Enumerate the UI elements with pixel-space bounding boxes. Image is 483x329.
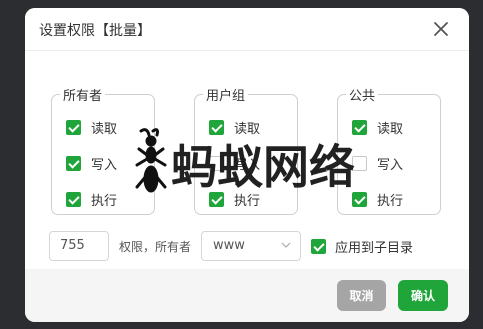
apply-subdir-checkbox[interactable] (311, 238, 326, 254)
permission-owner-label: 权限，所有者 (119, 240, 192, 254)
owner-select-value: www (213, 238, 245, 253)
public-read-option[interactable]: 读取 (352, 117, 403, 137)
permission-input[interactable]: 755 (49, 231, 109, 261)
usergroup-read-option[interactable]: 读取 (209, 117, 260, 137)
apply-subdir-option[interactable]: 应用到子目录 (311, 236, 413, 256)
usergroup-write-checkbox[interactable] (209, 155, 224, 171)
owner-exec-option[interactable]: 执行 (66, 189, 117, 209)
public-read-checkbox[interactable] (352, 119, 367, 135)
public-exec-option[interactable]: 执行 (352, 189, 403, 209)
owner-select[interactable]: www (201, 231, 301, 261)
owner-write-label: 写入 (91, 157, 118, 173)
confirm-button[interactable]: 确认 (398, 280, 448, 311)
owner-write-option[interactable]: 写入 (66, 153, 117, 173)
group-owner: 所有者 读取 写入 执行 (51, 85, 155, 215)
usergroup-exec-label: 执行 (234, 193, 261, 209)
close-icon[interactable] (431, 19, 451, 39)
owner-exec-label: 执行 (91, 193, 118, 209)
usergroup-write-option[interactable]: 写入 (209, 153, 260, 173)
usergroup-exec-option[interactable]: 执行 (209, 189, 260, 209)
public-write-label: 写入 (377, 157, 404, 173)
owner-read-label: 读取 (91, 121, 118, 137)
group-public-label: 公共 (349, 89, 376, 104)
usergroup-read-checkbox[interactable] (209, 119, 224, 135)
owner-read-option[interactable]: 读取 (66, 117, 117, 137)
usergroup-write-label: 写入 (234, 157, 261, 173)
group-owner-label: 所有者 (63, 89, 103, 104)
public-write-option[interactable]: 写入 (352, 153, 403, 173)
public-write-checkbox[interactable] (352, 155, 367, 171)
group-usergroup: 用户组 读取 写入 执行 (194, 85, 298, 215)
owner-read-checkbox[interactable] (66, 119, 81, 135)
dialog-title: 设置权限【批量】 (39, 23, 151, 39)
dialog-header: 设置权限【批量】 (25, 8, 469, 51)
chevron-down-icon (281, 242, 291, 248)
group-public: 公共 读取 写入 执行 (337, 85, 441, 215)
group-usergroup-label: 用户组 (206, 89, 246, 104)
permission-dialog: 设置权限【批量】 所有者 读取 写入 执行 用户组 读取 写入 执行 公共 读取… (25, 8, 469, 322)
apply-subdir-label: 应用到子目录 (335, 240, 414, 256)
dialog-footer: 取消 确认 (25, 269, 469, 322)
owner-write-checkbox[interactable] (66, 155, 81, 171)
public-read-label: 读取 (377, 121, 404, 137)
public-exec-checkbox[interactable] (352, 191, 367, 207)
owner-exec-checkbox[interactable] (66, 191, 81, 207)
cancel-button[interactable]: 取消 (337, 280, 386, 311)
public-exec-label: 执行 (377, 193, 404, 209)
dialog-body: 所有者 读取 写入 执行 用户组 读取 写入 执行 公共 读取 写入 执行 75… (25, 51, 469, 269)
usergroup-exec-checkbox[interactable] (209, 191, 224, 207)
usergroup-read-label: 读取 (234, 121, 261, 137)
